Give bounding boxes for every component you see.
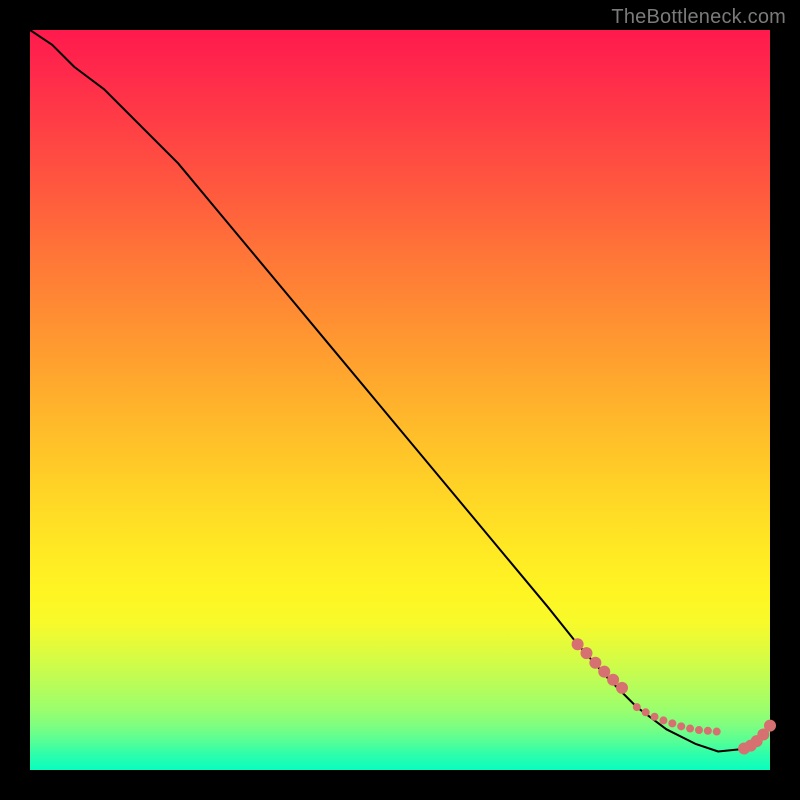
data-point xyxy=(633,703,641,711)
data-point xyxy=(572,638,584,650)
dots-layer xyxy=(572,638,776,754)
plot-area xyxy=(30,30,770,770)
data-point xyxy=(651,713,659,721)
data-point xyxy=(607,674,619,686)
data-point xyxy=(642,708,650,716)
data-point xyxy=(686,725,694,733)
chart-stage: TheBottleneck.com xyxy=(0,0,800,800)
data-point xyxy=(764,720,776,732)
data-point xyxy=(589,657,601,669)
data-point xyxy=(668,719,676,727)
data-point xyxy=(704,727,712,735)
watermark-label: TheBottleneck.com xyxy=(611,6,786,29)
data-point xyxy=(616,682,628,694)
data-point xyxy=(695,726,703,734)
chart-overlay xyxy=(30,30,770,770)
data-point xyxy=(677,722,685,730)
data-point xyxy=(580,647,592,659)
curve-path xyxy=(30,30,770,752)
curve-layer xyxy=(30,30,770,752)
data-point xyxy=(598,666,610,678)
data-point xyxy=(713,728,721,736)
data-point xyxy=(659,716,667,724)
